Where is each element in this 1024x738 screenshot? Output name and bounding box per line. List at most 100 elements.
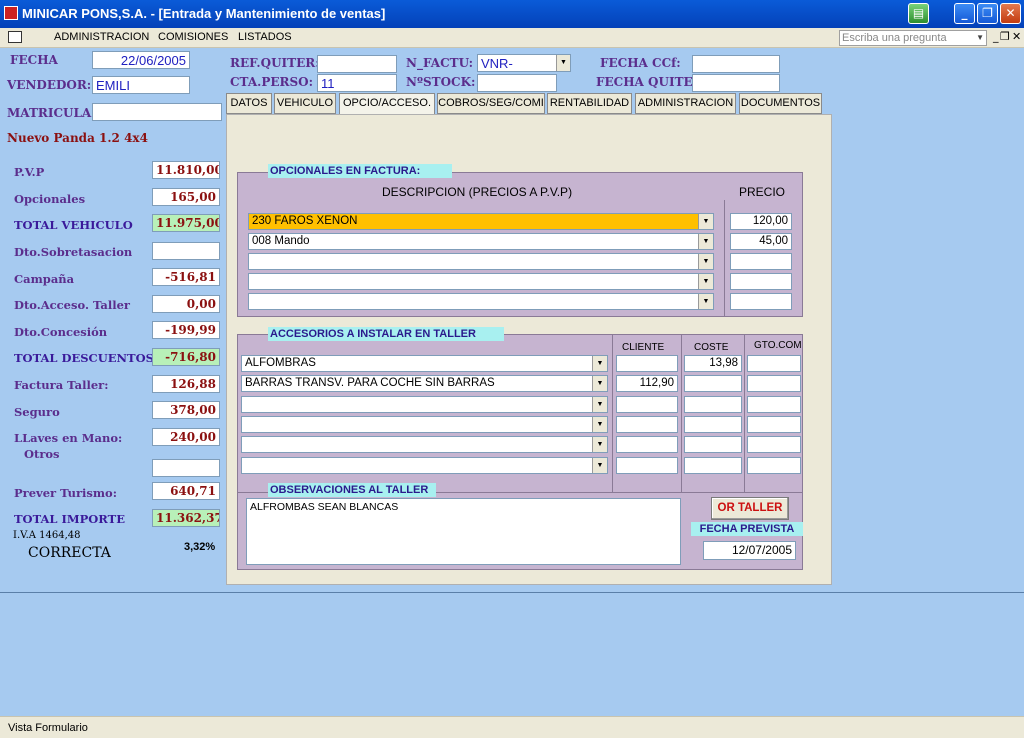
dto-acceso-taller-field[interactable]: 0,00 <box>152 295 220 313</box>
accesorio-coste-2[interactable] <box>684 375 742 392</box>
total-vehiculo-field[interactable]: 11.975,00 <box>152 214 220 232</box>
model-name: Nuevo Panda 1.2 4x4 <box>7 131 148 145</box>
mdi-minimize-button[interactable]: _ <box>993 30 999 43</box>
form-icon[interactable] <box>8 31 22 43</box>
restore-button[interactable]: ❐ <box>977 3 998 24</box>
printer-icon[interactable]: ▤ <box>908 3 929 24</box>
minimize-button[interactable]: _ <box>954 3 975 24</box>
opcional-combo-1[interactable]: 230 FAROS XENON ▼ <box>248 213 714 230</box>
ask-question-input[interactable]: Escriba una pregunta ▼ <box>839 30 987 46</box>
dto-sobretasacion-field[interactable] <box>152 242 220 260</box>
chevron-down-icon[interactable]: ▼ <box>698 294 713 309</box>
accesorio-coste-5[interactable] <box>684 436 742 453</box>
n-factu-combo[interactable]: VNR- ▼ <box>477 54 571 72</box>
chevron-down-icon[interactable]: ▼ <box>592 376 607 391</box>
close-button[interactable]: ✕ <box>1000 3 1021 24</box>
fecha-quiter-field[interactable] <box>692 74 780 92</box>
accesorio-cliente-2[interactable]: 112,90 <box>616 375 678 392</box>
prever-turismo-field[interactable]: 640,71 <box>152 482 220 500</box>
opcionales-title: OPCIONALES EN FACTURA: <box>268 164 452 178</box>
accesorio-coste-6[interactable] <box>684 457 742 474</box>
vendedor-field[interactable]: EMILI <box>92 76 190 94</box>
tab-administracion[interactable]: ADMINISTRACION <box>635 93 736 114</box>
opcional-desc-2: 008 Mando <box>252 235 310 247</box>
menu-administracion[interactable]: ADMINISTRACION <box>54 31 149 43</box>
opcional-price-5[interactable] <box>730 293 792 310</box>
accesorio-combo-6[interactable]: ▼ <box>241 457 608 474</box>
fecha-ccf-field[interactable] <box>692 55 780 73</box>
tab-documentos[interactable]: DOCUMENTOS <box>739 93 822 114</box>
accesorio-gto-1[interactable] <box>747 355 801 372</box>
accesorio-combo-3[interactable]: ▼ <box>241 396 608 413</box>
accesorio-combo-1[interactable]: ALFOMBRAS ▼ <box>241 355 608 372</box>
nstock-field[interactable] <box>477 74 557 92</box>
accesorio-cliente-6[interactable] <box>616 457 678 474</box>
total-vehiculo-label: TOTAL VEHICULO <box>14 218 133 232</box>
opcional-price-3[interactable] <box>730 253 792 270</box>
opcional-combo-4[interactable]: ▼ <box>248 273 714 290</box>
campana-field[interactable]: -516,81 <box>152 268 220 286</box>
status-text: Vista Formulario <box>8 722 88 734</box>
chevron-down-icon[interactable]: ▼ <box>592 458 607 473</box>
chevron-down-icon[interactable]: ▼ <box>698 234 713 249</box>
chevron-down-icon[interactable]: ▼ <box>592 397 607 412</box>
form-footer-area <box>0 592 1024 716</box>
llaves-en-mano-field[interactable]: 240,00 <box>152 428 220 446</box>
opcionales-field[interactable]: 165,00 <box>152 188 220 206</box>
matricula-field[interactable] <box>92 103 222 121</box>
otros-field[interactable] <box>152 459 220 477</box>
cta-perso-field[interactable]: 11 <box>317 74 397 92</box>
chevron-down-icon[interactable]: ▼ <box>698 254 713 269</box>
chevron-down-icon[interactable]: ▼ <box>592 356 607 371</box>
accesorio-gto-4[interactable] <box>747 416 801 433</box>
accesorio-cliente-5[interactable] <box>616 436 678 453</box>
opcional-price-2[interactable]: 45,00 <box>730 233 792 250</box>
opcional-combo-2[interactable]: 008 Mando ▼ <box>248 233 714 250</box>
accesorio-coste-1[interactable]: 13,98 <box>684 355 742 372</box>
accesorio-combo-4[interactable]: ▼ <box>241 416 608 433</box>
accesorio-cliente-3[interactable] <box>616 396 678 413</box>
accesorio-combo-2[interactable]: BARRAS TRANSV. PARA COCHE SIN BARRAS ▼ <box>241 375 608 392</box>
opcional-price-4[interactable] <box>730 273 792 290</box>
factura-taller-label: Factura Taller: <box>14 378 109 392</box>
chevron-down-icon[interactable]: ▼ <box>698 274 713 289</box>
total-importe-field[interactable]: 11.362,37 <box>152 509 220 527</box>
tab-opcio-acceso[interactable]: OPCIO/ACCESO. <box>339 93 435 115</box>
tab-datos[interactable]: DATOS <box>226 93 272 114</box>
opcional-combo-5[interactable]: ▼ <box>248 293 714 310</box>
accesorio-coste-4[interactable] <box>684 416 742 433</box>
tab-vehiculo[interactable]: VEHICULO <box>274 93 336 114</box>
opcional-price-1[interactable]: 120,00 <box>730 213 792 230</box>
observaciones-textarea[interactable]: ALFROMBAS SEAN BLANCAS <box>246 498 681 565</box>
fecha-prevista-field[interactable]: 12/07/2005 <box>703 541 796 560</box>
cta-perso-label: CTA.PERSO: <box>230 75 314 89</box>
chevron-down-icon[interactable]: ▼ <box>698 214 713 229</box>
total-descuentos-field[interactable]: -716,80 <box>152 348 220 366</box>
accesorio-gto-2[interactable] <box>747 375 801 392</box>
mdi-close-button[interactable]: ✕ <box>1012 30 1021 43</box>
chevron-down-icon[interactable]: ▼ <box>556 55 570 71</box>
menu-comisiones[interactable]: COMISIONES <box>158 31 228 43</box>
dto-concesion-field[interactable]: -199,99 <box>152 321 220 339</box>
opcional-combo-3[interactable]: ▼ <box>248 253 714 270</box>
accesorio-gto-5[interactable] <box>747 436 801 453</box>
accesorio-cliente-1[interactable] <box>616 355 678 372</box>
col-precio: PRECIO <box>739 185 786 199</box>
tab-cobros-seg-comi[interactable]: COBROS/SEG/COMI <box>437 93 545 114</box>
accesorio-coste-3[interactable] <box>684 396 742 413</box>
tab-rentabilidad[interactable]: RENTABILIDAD <box>547 93 632 114</box>
pvp-field[interactable]: 11.810,00 <box>152 161 220 179</box>
accesorio-cliente-4[interactable] <box>616 416 678 433</box>
fecha-field[interactable]: 22/06/2005 <box>92 51 190 69</box>
mdi-restore-button[interactable]: ❐ <box>1000 30 1010 43</box>
chevron-down-icon[interactable]: ▼ <box>592 417 607 432</box>
ref-quiter-field[interactable] <box>317 55 397 73</box>
accesorio-combo-5[interactable]: ▼ <box>241 436 608 453</box>
or-taller-button[interactable]: OR TALLER <box>711 497 789 520</box>
accesorio-gto-3[interactable] <box>747 396 801 413</box>
factura-taller-field[interactable]: 126,88 <box>152 375 220 393</box>
seguro-field[interactable]: 378,00 <box>152 401 220 419</box>
menu-listados[interactable]: LISTADOS <box>238 31 292 43</box>
chevron-down-icon[interactable]: ▼ <box>592 437 607 452</box>
accesorio-gto-6[interactable] <box>747 457 801 474</box>
